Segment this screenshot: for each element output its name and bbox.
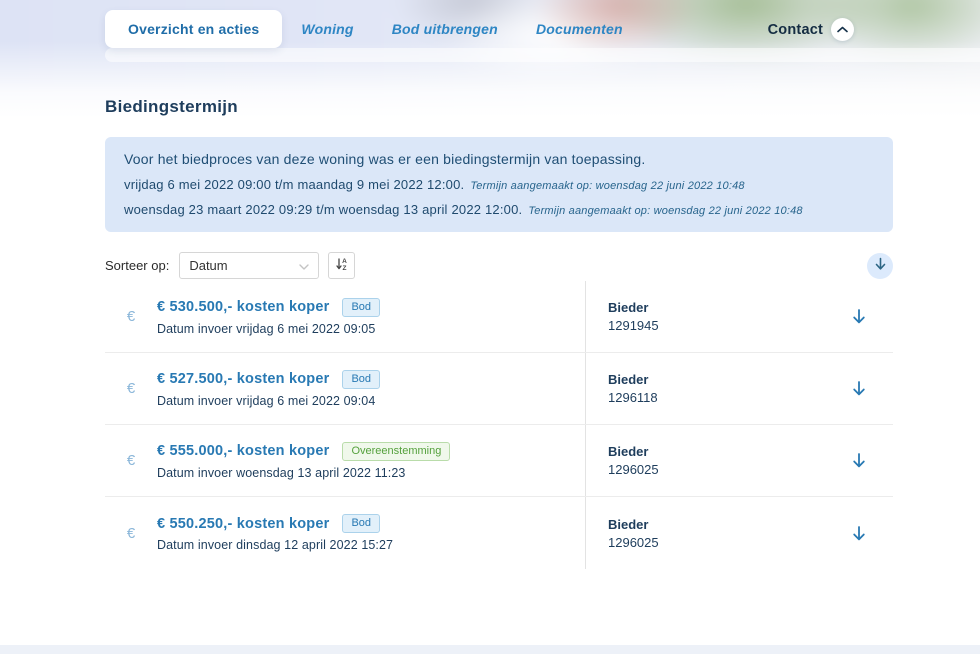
bid-status-badge: Overeenstemming [342, 442, 450, 461]
bidder-id: 1296025 [608, 462, 841, 477]
sort-select-value: Datum [189, 258, 227, 273]
bidder-id: 1296025 [608, 535, 841, 550]
bidder-info: Bieder 1296025 [586, 497, 841, 569]
footer-strip [0, 645, 980, 654]
bidding-period-notice: Voor het biedproces van deze woning was … [105, 137, 893, 232]
bid-amount: € 550.250,- kosten koper [157, 516, 329, 532]
bid-row: € € 550.250,- kosten koper Bod Datum inv… [105, 497, 893, 569]
main-content: Biedingstermijn Voor het biedproces van … [105, 0, 893, 569]
bidder-label: Bieder [608, 300, 841, 315]
bidder-label: Bieder [608, 517, 841, 532]
svg-text:Z: Z [342, 265, 346, 271]
bid-status-badge: Bod [342, 370, 380, 389]
bid-entry-date: Datum invoer woensdag 13 april 2022 11:2… [157, 466, 585, 480]
euro-icon: € [105, 353, 157, 424]
bidder-id: 1296118 [608, 390, 841, 405]
euro-icon: € [105, 281, 157, 352]
bidder-info: Bieder 1296118 [586, 353, 841, 424]
download-arrow-icon[interactable] [851, 452, 867, 469]
bid-info: € 550.250,- kosten koper Bod Datum invoe… [157, 497, 585, 569]
sort-order-button[interactable]: A Z [328, 252, 355, 279]
sort-label: Sorteer op: [105, 258, 169, 273]
bid-status-badge: Bod [342, 514, 380, 533]
download-arrow-icon[interactable] [851, 308, 867, 325]
bidder-info: Bieder 1291945 [586, 281, 841, 352]
bid-amount: € 530.500,- kosten koper [157, 299, 329, 315]
page-title: Biedingstermijn [105, 97, 893, 117]
bid-info: € 530.500,- kosten koper Bod Datum invoe… [157, 281, 585, 352]
sort-select[interactable]: Datum [179, 252, 319, 279]
bidder-info: Bieder 1296025 [586, 425, 841, 496]
bid-amount: € 527.500,- kosten koper [157, 371, 329, 387]
period-created: Termijn aangemaakt op: woensdag 22 juni … [528, 205, 802, 217]
bidder-label: Bieder [608, 444, 841, 459]
period-line: vrijdag 6 mei 2022 09:00 t/m maandag 9 m… [124, 177, 874, 192]
svg-text:A: A [342, 258, 347, 265]
sort-order-icon: A Z [335, 257, 349, 274]
period-range: woensdag 23 maart 2022 09:29 t/m woensda… [124, 202, 522, 217]
bid-info: € 555.000,- kosten koper Overeenstemming… [157, 425, 585, 496]
bid-row: € € 530.500,- kosten koper Bod Datum inv… [105, 281, 893, 353]
period-line: woensdag 23 maart 2022 09:29 t/m woensda… [124, 202, 874, 217]
euro-icon: € [105, 425, 157, 496]
chevron-down-icon [299, 257, 309, 275]
arrow-down-icon [874, 257, 887, 274]
bid-status-badge: Bod [342, 298, 380, 317]
period-range: vrijdag 6 mei 2022 09:00 t/m maandag 9 m… [124, 177, 464, 192]
notice-intro: Voor het biedproces van deze woning was … [124, 151, 874, 167]
bid-row: € € 555.000,- kosten koper Overeenstemmi… [105, 425, 893, 497]
download-arrow-icon[interactable] [851, 380, 867, 397]
bidder-id: 1291945 [608, 318, 841, 333]
bid-entry-date: Datum invoer vrijdag 6 mei 2022 09:04 [157, 394, 585, 408]
bid-row: € € 527.500,- kosten koper Bod Datum inv… [105, 353, 893, 425]
scroll-down-button[interactable] [867, 253, 893, 279]
euro-icon: € [105, 497, 157, 569]
bid-entry-date: Datum invoer vrijdag 6 mei 2022 09:05 [157, 322, 585, 336]
bid-amount: € 555.000,- kosten koper [157, 443, 329, 459]
bid-list: € € 530.500,- kosten koper Bod Datum inv… [105, 281, 893, 569]
page: Overzicht en acties Woning Bod uitbrenge… [0, 0, 980, 654]
bid-info: € 527.500,- kosten koper Bod Datum invoe… [157, 353, 585, 424]
period-created: Termijn aangemaakt op: woensdag 22 juni … [470, 180, 744, 192]
bid-entry-date: Datum invoer dinsdag 12 april 2022 15:27 [157, 538, 585, 552]
download-arrow-icon[interactable] [851, 525, 867, 542]
bidder-label: Bieder [608, 372, 841, 387]
sort-controls: Sorteer op: Datum A Z [105, 252, 893, 279]
